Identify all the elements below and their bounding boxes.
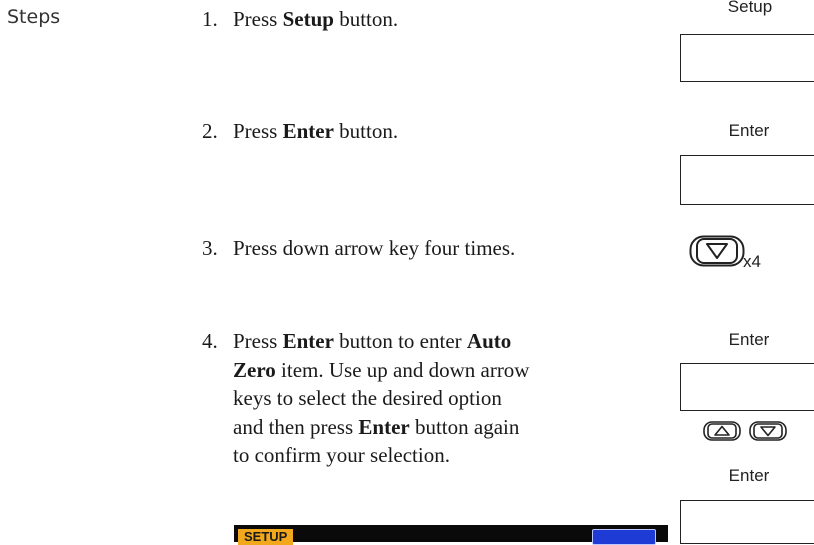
instrument-screen: SETUP xyxy=(234,525,668,545)
repeat-count-label: x4 xyxy=(743,252,761,271)
step-text: Press Enter button to enter Auto Zero it… xyxy=(233,329,530,467)
enter-button[interactable] xyxy=(680,155,814,205)
enter-button-caption: Enter xyxy=(728,466,770,485)
step-number: 3. xyxy=(202,236,218,260)
down-arrow-key-icon[interactable] xyxy=(689,235,745,267)
step-1: 1. Press Setup button. xyxy=(202,5,652,35)
step-3: 3. Press down arrow key four times. xyxy=(202,234,652,264)
steps-heading: Steps xyxy=(7,6,61,28)
screen-title: SETUP xyxy=(238,529,294,545)
step-4: 4. Press Enter button to enter Auto Zero… xyxy=(202,327,662,477)
setup-button[interactable] xyxy=(680,34,814,82)
screen-highlight xyxy=(592,529,656,545)
up-arrow-key-icon[interactable] xyxy=(703,421,741,441)
step-text: Press Setup button. xyxy=(233,7,399,31)
enter-button[interactable] xyxy=(680,363,814,411)
enter-button[interactable] xyxy=(680,500,814,544)
step-2: 2. Press Enter button. xyxy=(202,117,652,147)
down-arrow-key-icon[interactable] xyxy=(749,421,787,441)
step-number: 1. xyxy=(202,7,218,31)
step-number: 2. xyxy=(202,119,218,143)
setup-button-caption: Setup xyxy=(727,0,773,16)
step-number: 4. xyxy=(202,329,218,353)
step-text: Press Enter button. xyxy=(233,119,399,143)
enter-button-caption: Enter xyxy=(728,121,770,140)
enter-button-caption: Enter xyxy=(728,330,770,349)
step-text: Press down arrow key four times. xyxy=(233,236,516,260)
